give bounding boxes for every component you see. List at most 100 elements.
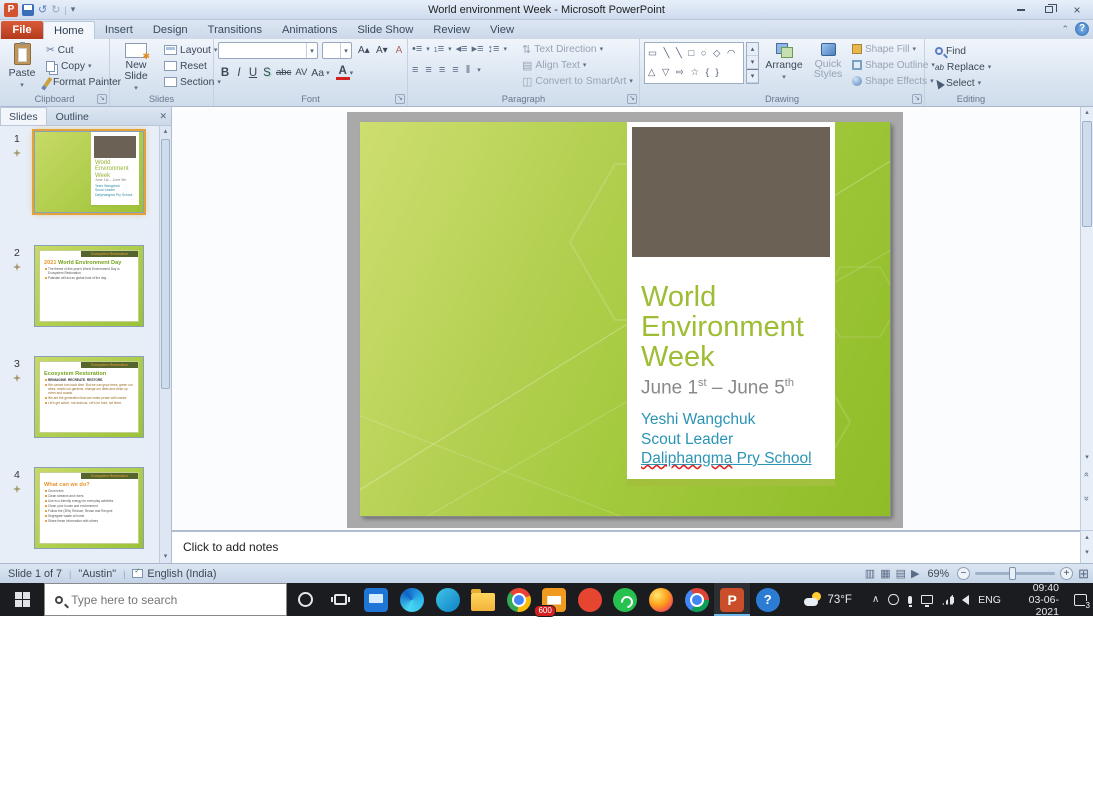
next-slide-button[interactable]: » bbox=[1081, 493, 1093, 503]
numbering-icon[interactable]: 1≡ bbox=[434, 43, 444, 55]
line-spacing-icon[interactable]: ↕≡ bbox=[488, 43, 500, 55]
tab-view[interactable]: View bbox=[480, 21, 524, 39]
minimize-button[interactable] bbox=[1007, 0, 1035, 19]
taskbar-app-media[interactable] bbox=[572, 583, 608, 616]
redo-icon[interactable]: ↻ bbox=[51, 3, 60, 17]
paragraph-dialog-launcher-icon[interactable]: ↘ bbox=[627, 94, 637, 104]
photo-placeholder[interactable] bbox=[632, 127, 830, 257]
spellcheck-icon[interactable] bbox=[132, 569, 143, 578]
task-view-button[interactable] bbox=[323, 583, 359, 616]
powerpoint-icon[interactable]: P bbox=[4, 3, 18, 17]
align-left-icon[interactable]: ≡ bbox=[412, 64, 418, 76]
taskbar-app-powerpoint[interactable]: P bbox=[714, 583, 750, 616]
tab-outline-pane[interactable]: Outline bbox=[47, 107, 98, 125]
justify-icon[interactable]: ≡ bbox=[452, 64, 458, 76]
save-icon[interactable] bbox=[22, 4, 34, 16]
font-name-combo[interactable]: ▾ bbox=[218, 42, 318, 59]
search-input[interactable] bbox=[71, 593, 271, 607]
tab-design[interactable]: Design bbox=[143, 21, 198, 39]
character-spacing-button[interactable]: AV bbox=[293, 64, 309, 81]
drawing-dialog-launcher-icon[interactable]: ↘ bbox=[912, 94, 922, 104]
cortana-button[interactable] bbox=[287, 583, 323, 616]
taskbar-app-browser2[interactable] bbox=[430, 583, 466, 616]
taskbar-app-monitor[interactable] bbox=[359, 583, 395, 616]
scrollbar-thumb[interactable] bbox=[161, 139, 170, 389]
taskbar-app-explorer[interactable] bbox=[465, 583, 501, 616]
shape-outline-button[interactable]: Shape Outline▾ bbox=[850, 57, 937, 73]
taskbar-app-gbrowser[interactable] bbox=[679, 583, 715, 616]
notes-pane[interactable]: Click to add notes bbox=[172, 530, 1080, 563]
columns-icon[interactable]: ‖ bbox=[466, 64, 471, 76]
qat-dropdown-icon[interactable]: ▾ bbox=[71, 4, 76, 15]
language-indicator[interactable]: ENG bbox=[978, 594, 1001, 606]
convert-smartart-button[interactable]: ◫Convert to SmartArt▾ bbox=[520, 73, 635, 89]
replace-button[interactable]: abReplace▾ bbox=[933, 59, 993, 75]
panel-scrollbar[interactable]: ▴ ▾ bbox=[159, 126, 171, 563]
gallery-more-icon[interactable]: ▾ bbox=[747, 69, 758, 83]
vertical-scrollbar[interactable]: ▴ ▾ « » ▴ ▾ bbox=[1080, 107, 1093, 563]
find-button[interactable]: Find bbox=[933, 43, 993, 59]
language-indicator[interactable]: English (India) bbox=[147, 568, 216, 580]
new-slide-button[interactable]: New Slide▾ bbox=[114, 40, 158, 92]
undo-icon[interactable]: ↺ bbox=[38, 3, 47, 17]
text-shadow-button[interactable]: S bbox=[260, 64, 274, 81]
slide-title[interactable]: World Environment Week bbox=[641, 282, 804, 372]
scroll-up-icon[interactable]: ▴ bbox=[1081, 108, 1093, 116]
zoom-level[interactable]: 69% bbox=[927, 568, 949, 580]
notes-scroll-down-icon[interactable]: ▾ bbox=[1081, 548, 1093, 556]
align-text-button[interactable]: ▤Align Text▾ bbox=[520, 57, 635, 73]
font-color-button[interactable]: A bbox=[336, 66, 350, 80]
slide-editor-canvas[interactable]: World Environment Week June 1st – June 5… bbox=[172, 107, 1080, 530]
restore-button[interactable] bbox=[1035, 0, 1063, 19]
slide-thumbnail-3[interactable]: Ecosystem Restoration Ecosystem Restorat… bbox=[34, 356, 144, 438]
change-case-button[interactable]: Aa bbox=[309, 64, 326, 81]
zoom-out-icon[interactable]: − bbox=[957, 567, 970, 580]
hidden-icons-icon[interactable]: ∧ bbox=[872, 594, 879, 605]
volume-icon[interactable] bbox=[962, 595, 969, 605]
italic-button[interactable]: I bbox=[232, 64, 246, 81]
bold-button[interactable]: B bbox=[218, 64, 232, 81]
display-icon[interactable] bbox=[921, 595, 933, 604]
underline-button[interactable]: U bbox=[246, 64, 260, 81]
paste-button[interactable]: Paste▾ bbox=[2, 40, 42, 92]
start-button[interactable] bbox=[0, 583, 44, 616]
slide-date[interactable]: June 1st – June 5th bbox=[641, 377, 794, 399]
clear-formatting-button[interactable]: A bbox=[392, 42, 406, 59]
close-panel-icon[interactable]: ✕ bbox=[159, 111, 167, 122]
notification-center-icon[interactable]: 3 bbox=[1074, 594, 1087, 606]
taskbar-app-chrome[interactable] bbox=[501, 583, 537, 616]
clock[interactable]: 09:40 03-06-2021 bbox=[1010, 582, 1059, 618]
slide-sorter-icon[interactable]: ▦ bbox=[880, 567, 890, 580]
shapes-gallery[interactable]: ▭ ╲ ╲ □ ○ ◇ ◠ △ ▽ ⇨ ☆ { } bbox=[644, 42, 744, 84]
scroll-down-icon[interactable]: ▾ bbox=[747, 56, 758, 69]
tab-insert[interactable]: Insert bbox=[95, 21, 143, 39]
zoom-slider-thumb[interactable] bbox=[1009, 567, 1016, 580]
tab-transitions[interactable]: Transitions bbox=[198, 21, 272, 39]
title-panel[interactable]: World Environment Week June 1st – June 5… bbox=[627, 122, 835, 479]
weather-widget[interactable]: 73°F bbox=[804, 594, 852, 606]
scrollbar-thumb[interactable] bbox=[1082, 121, 1092, 227]
decrease-indent-icon[interactable]: ◂≡ bbox=[456, 42, 468, 55]
help-icon[interactable]: ? bbox=[1075, 22, 1089, 36]
taskbar-search[interactable] bbox=[44, 583, 287, 616]
minimize-ribbon-icon[interactable]: ⌃ bbox=[1061, 24, 1069, 35]
taskbar-app-help[interactable]: ? bbox=[750, 583, 786, 616]
font-size-combo[interactable]: ▾ bbox=[322, 42, 352, 59]
shape-fill-button[interactable]: Shape Fill▾ bbox=[850, 41, 937, 57]
mic-icon[interactable] bbox=[908, 596, 913, 604]
slide-thumbnail-4[interactable]: Ecosystem Restoration What can we do? Gr… bbox=[34, 467, 144, 549]
notes-placeholder[interactable]: Click to add notes bbox=[183, 540, 278, 554]
meet-now-icon[interactable] bbox=[888, 594, 898, 605]
text-direction-button[interactable]: ⇅Text Direction▾ bbox=[520, 41, 635, 57]
increase-indent-icon[interactable]: ▸≡ bbox=[472, 42, 484, 55]
scroll-up-icon[interactable]: ▴ bbox=[747, 43, 758, 56]
shapes-scrollbar[interactable]: ▴ ▾ ▾ bbox=[746, 42, 759, 84]
slide-thumbnail-1[interactable]: World Environment Week June 1st – June 5… bbox=[34, 131, 144, 213]
align-center-icon[interactable]: ≡ bbox=[425, 64, 431, 76]
clipboard-dialog-launcher-icon[interactable]: ↘ bbox=[97, 94, 107, 104]
shape-effects-button[interactable]: Shape Effects▾ bbox=[850, 73, 937, 89]
scroll-up-icon[interactable]: ▴ bbox=[160, 126, 171, 138]
quick-styles-button[interactable]: Quick Styles bbox=[806, 40, 850, 92]
normal-view-icon[interactable]: ▥ bbox=[865, 567, 875, 580]
grow-font-button[interactable]: A▴ bbox=[356, 42, 372, 59]
